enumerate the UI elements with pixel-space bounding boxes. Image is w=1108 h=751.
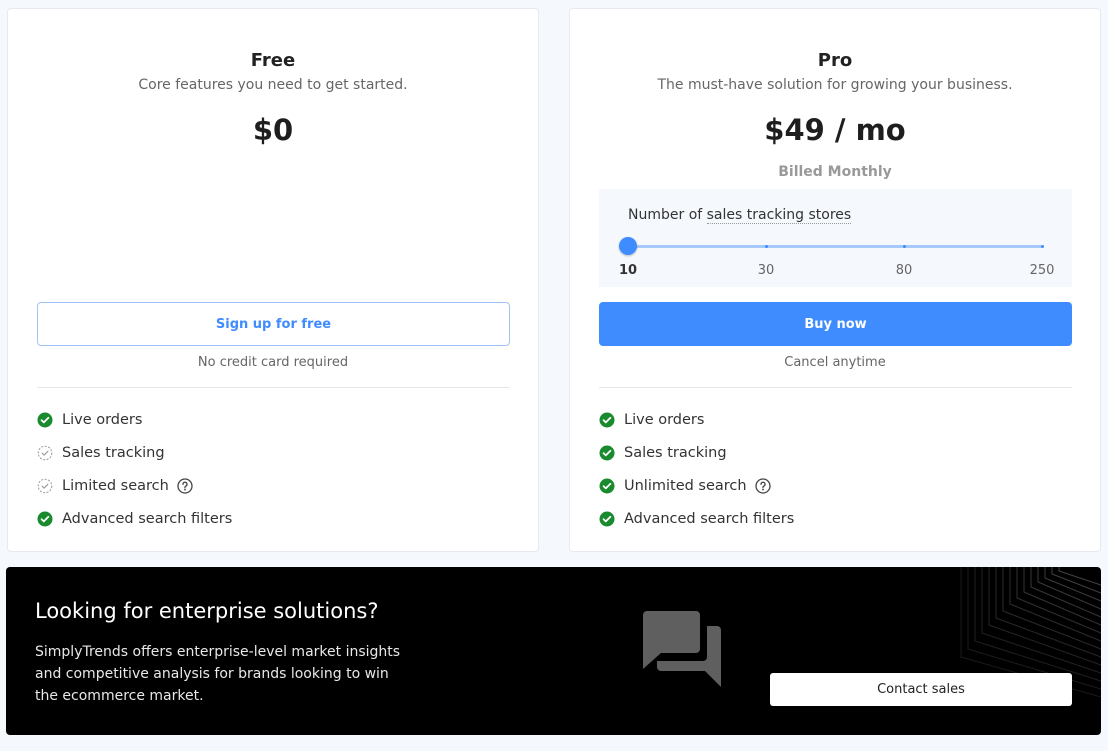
- feature-item: Live orders: [599, 403, 794, 436]
- buy-now-button[interactable]: Buy now: [599, 302, 1072, 346]
- feature-item: Live orders: [37, 403, 232, 436]
- slider-tick-label[interactable]: 80: [896, 263, 913, 278]
- check-circle-icon: [599, 412, 615, 428]
- check-circle-icon: [37, 511, 53, 527]
- slider-step-dot: [903, 245, 906, 248]
- slider-step-dot: [765, 245, 768, 248]
- feature-label: Live orders: [62, 411, 143, 428]
- slider-label: Number of sales tracking stores: [628, 207, 852, 224]
- slider-label-tooltip-term[interactable]: sales tracking stores: [706, 207, 852, 224]
- chat-bubbles-icon: [643, 611, 721, 687]
- slider-tick-label[interactable]: 250: [1030, 263, 1055, 278]
- feature-label: Live orders: [624, 411, 705, 428]
- store-count-slider-panel: Number of sales tracking stores 10 30 80…: [599, 189, 1072, 287]
- feature-label: Sales tracking: [624, 444, 727, 461]
- dashed-check-circle-icon: [37, 478, 53, 494]
- divider: [599, 387, 1072, 388]
- check-circle-icon: [599, 445, 615, 461]
- plan-name: Free: [250, 50, 296, 71]
- enterprise-title: Looking for enterprise solutions?: [35, 599, 379, 623]
- plan-card-pro: Pro The must-have solution for growing y…: [569, 8, 1101, 552]
- feature-item: Advanced search filters: [599, 502, 794, 535]
- contact-sales-button[interactable]: Contact sales: [770, 673, 1072, 706]
- cta-note: Cancel anytime: [784, 355, 886, 370]
- plan-price: $49 / mo: [764, 113, 906, 147]
- enterprise-banner: Looking for enterprise solutions? Simply…: [6, 567, 1101, 735]
- divider: [37, 387, 510, 388]
- help-icon[interactable]: [177, 477, 193, 494]
- feature-list: Live orders Sales tracking Limited searc…: [37, 403, 232, 535]
- feature-item: Sales tracking: [599, 436, 794, 469]
- slider-tick-label[interactable]: 30: [758, 263, 775, 278]
- check-circle-icon: [599, 511, 615, 527]
- slider-step-dot: [1041, 245, 1044, 248]
- feature-list: Live orders Sales tracking Unlimited sea…: [599, 403, 794, 535]
- feature-item: Sales tracking: [37, 436, 232, 469]
- slider-tick-label[interactable]: 10: [619, 263, 637, 278]
- feature-label: Sales tracking: [62, 444, 165, 461]
- cta-note: No credit card required: [197, 355, 349, 370]
- slider-thumb[interactable]: [619, 237, 637, 255]
- sign-up-free-button[interactable]: Sign up for free: [37, 302, 510, 346]
- check-circle-icon: [599, 478, 615, 494]
- feature-item: Advanced search filters: [37, 502, 232, 535]
- dashed-check-circle-icon: [37, 445, 53, 461]
- pricing-page: Free Core features you need to get start…: [0, 0, 1108, 751]
- feature-item: Unlimited search: [599, 469, 794, 502]
- billing-period: Billed Monthly: [778, 164, 892, 180]
- help-icon[interactable]: [754, 477, 771, 494]
- check-circle-icon: [37, 412, 53, 428]
- plan-description: The must-have solution for growing your …: [657, 77, 1013, 93]
- slider-label-prefix: Number of: [628, 207, 707, 223]
- feature-label: Limited search: [62, 477, 169, 494]
- feature-item: Limited search: [37, 469, 232, 502]
- enterprise-description: SimplyTrends offers enterprise-level mar…: [35, 644, 401, 704]
- plan-price: $0: [252, 113, 294, 147]
- plan-description: Core features you need to get started.: [138, 77, 408, 93]
- feature-label: Unlimited search: [624, 477, 747, 494]
- slider-track[interactable]: [628, 245, 1042, 248]
- feature-label: Advanced search filters: [62, 510, 233, 527]
- feature-label: Advanced search filters: [624, 510, 795, 527]
- plan-name: Pro: [817, 50, 853, 71]
- plan-card-free: Free Core features you need to get start…: [7, 8, 539, 552]
